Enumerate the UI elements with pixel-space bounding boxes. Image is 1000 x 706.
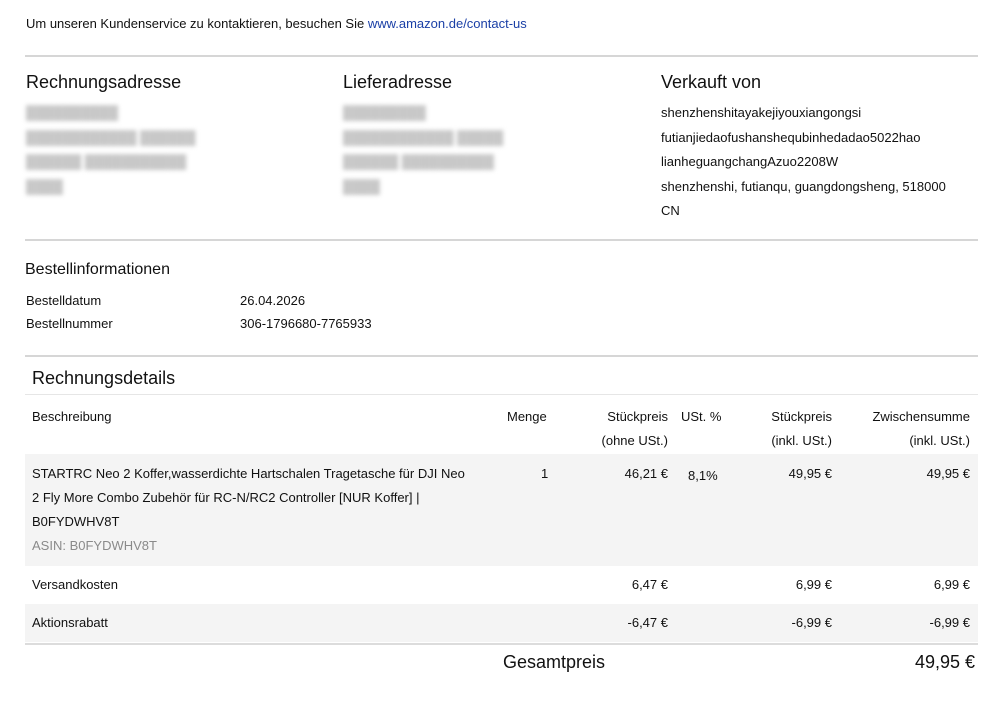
header-unit-price-line1: Stückpreis: [607, 409, 668, 424]
details-header-rule: [25, 394, 978, 395]
total-divider: [25, 643, 978, 645]
total-value: 49,95 €: [914, 652, 975, 672]
item-subtotal: 49,95 €: [926, 466, 970, 481]
billing-address-lines: ██████████ ████████████ ██████ ██████ ██…: [26, 101, 195, 199]
billing-address-line: ██████ ███████████: [26, 154, 187, 169]
header-description: Beschreibung: [32, 409, 112, 424]
header-unit-price-incl-line1: Stückpreis: [771, 409, 832, 424]
contact-text: Um unseren Kundenservice zu kontaktieren…: [26, 16, 368, 31]
delivery-address-line: ████: [343, 178, 380, 194]
item-description-line: STARTRC Neo 2 Koffer,wasserdichte Hartsc…: [32, 466, 465, 481]
billing-address-block: Rechnungsadresse ██████████ ████████████…: [26, 72, 195, 199]
order-date-value: 26.04.2026: [240, 293, 306, 308]
contact-note: Um unseren Kundenservice zu kontaktieren…: [26, 16, 527, 31]
seller-address-lines: shenzhenshitayakejiyouxiangongsi futianj…: [661, 101, 946, 224]
shipping-label: Versandkosten: [32, 577, 119, 592]
header-subtotal-line2: (inkl. USt.): [909, 433, 970, 448]
order-number-value: 306-1796680-7765933: [240, 316, 372, 331]
seller-line: CN: [661, 203, 680, 218]
seller-line: lianheguangchangAzuo2208W: [661, 154, 839, 169]
header-unit-price: Stückpreis (ohne USt.): [560, 405, 668, 453]
delivery-address-lines: █████████ ████████████ █████ ██████ ████…: [343, 101, 503, 199]
divider: [25, 55, 978, 57]
order-info-title: Bestellinformationen: [25, 261, 170, 278]
item-unit-price: 46,21 €: [624, 466, 668, 481]
billing-address-line: ████████████ ██████: [26, 129, 196, 145]
shipping-unit-price-incl: 6,99 €: [795, 577, 832, 592]
delivery-address-title: Lieferadresse: [343, 72, 453, 92]
item-description: STARTRC Neo 2 Koffer,wasserdichte Hartsc…: [32, 462, 465, 558]
header-vat: USt. %: [681, 409, 722, 424]
shipping-subtotal: 6,99 €: [933, 577, 970, 592]
divider: [25, 355, 978, 357]
seller-line: futianjiedaofushanshequbinhedadao5022hao: [661, 129, 921, 145]
header-unit-price-line2: (ohne USt.): [601, 433, 668, 448]
header-quantity: Menge: [507, 409, 547, 424]
delivery-address-block: Lieferadresse █████████ ████████████ ███…: [343, 72, 503, 199]
item-unit-price-incl: 49,95 €: [788, 466, 832, 481]
delivery-address-line: ██████ ██████████: [343, 154, 494, 169]
discount-row: [25, 604, 978, 642]
total-label: Gesamtpreis: [503, 652, 606, 672]
delivery-address-line: █████████: [343, 105, 426, 120]
item-asin: ASIN: B0FYDWHV8T: [32, 538, 157, 553]
discount-unit-price: -6,47 €: [627, 615, 668, 630]
billing-address-title: Rechnungsadresse: [26, 72, 182, 92]
item-vat: 8,1%: [688, 468, 718, 483]
divider: [25, 239, 978, 241]
order-date-label: Bestelldatum: [26, 293, 102, 308]
seller-line: shenzhenshitayakejiyouxiangongsi: [661, 105, 862, 120]
item-description-line: B0FYDWHV8T: [32, 514, 120, 529]
header-subtotal-line1: Zwischensumme: [872, 409, 970, 424]
billing-address-line: ██████████: [26, 105, 119, 120]
order-number-label: Bestellnummer: [26, 316, 113, 331]
discount-subtotal: -6,99 €: [929, 615, 970, 630]
header-unit-price-incl: Stückpreis (inkl. USt.): [730, 405, 832, 453]
item-description-line: 2 Fly More Combo Zubehör für RC-N/RC2 Co…: [32, 490, 420, 505]
discount-label: Aktionsrabatt: [32, 615, 108, 630]
item-quantity: 1: [541, 466, 549, 481]
seller-line: shenzhenshi, futianqu, guangdongsheng, 5…: [661, 178, 946, 194]
billing-address-line: ████: [26, 178, 63, 194]
invoice-details-title: Rechnungsdetails: [32, 368, 176, 388]
seller-title: Verkauft von: [661, 72, 762, 92]
shipping-unit-price: 6,47 €: [631, 577, 668, 592]
seller-block: Verkauft von shenzhenshitayakejiyouxiang…: [661, 72, 946, 224]
delivery-address-line: ████████████ █████: [343, 129, 504, 145]
contact-link[interactable]: www.amazon.de/contact-us: [368, 16, 527, 31]
discount-unit-price-incl: -6,99 €: [791, 615, 832, 630]
header-unit-price-incl-line2: (inkl. USt.): [771, 433, 832, 448]
header-subtotal: Zwischensumme (inkl. USt.): [840, 405, 970, 453]
